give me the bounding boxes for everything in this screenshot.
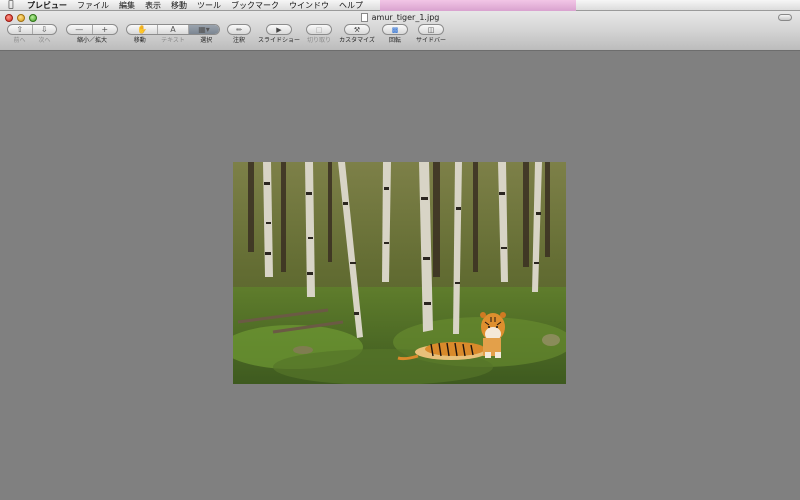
slideshow-button[interactable]: ▶ [266,24,292,35]
menu-bar:  プレビュー ファイル 編集 表示 移動 ツール ブックマーク ウインドウ ヘ… [0,0,800,11]
customize-group: ⚒ カスタマイズ [338,24,376,44]
document-icon [360,13,368,22]
menu-help[interactable]: ヘルプ [334,0,368,11]
minus-icon: — [75,25,84,34]
arrow-down-icon: ⇩ [40,25,48,34]
play-icon: ▶ [276,25,282,34]
toolbar-toggle-button[interactable] [778,14,792,21]
tools-segment: ✋ A ▦▾ [126,24,220,35]
tiger-photo [233,162,566,384]
prev-label: 前へ [13,37,26,44]
slideshow-label: スライドショー [258,37,301,44]
crop-icon: □ [315,25,323,34]
text-cursor-icon: A [170,25,176,34]
apple-logo-icon[interactable]:  [0,0,22,10]
zoom-segment: — + [66,24,118,35]
prev-button[interactable]: ⇧ [8,25,33,34]
document-image[interactable] [233,162,566,384]
slideshow-group: ▶ スライドショー [258,24,300,44]
menu-edit[interactable]: 編集 [114,0,140,11]
text-label: テキスト [161,37,185,44]
menu-view[interactable]: 表示 [140,0,166,11]
zoom-group: — + 縮小／拡大 [66,24,118,44]
sidebar-label: サイドバー [415,37,446,44]
menubar-highlight [380,0,576,11]
crop-group: □ 切り取り [305,24,333,44]
hammer-icon: ⚒ [353,25,361,34]
menu-bookmarks[interactable]: ブックマーク [226,0,284,11]
menu-preview[interactable]: プレビュー [22,0,72,11]
select-label: 選択 [200,37,213,44]
menu-go[interactable]: 移動 [166,0,192,11]
menu-window[interactable]: ウインドウ [284,0,334,11]
next-label: 次へ [38,37,51,44]
zoom-label: 縮小／拡大 [76,37,107,44]
menu-tools[interactable]: ツール [192,0,226,11]
toolbar: ⇧ ⇩ 前へ 次へ — + 縮小／拡大 ✋ A ▦▾ 移動 テキスト 選択 ✏ … [0,24,800,50]
rotate-label: 回転 [388,37,401,44]
crop-label: 切り取り [306,37,331,44]
pen-icon: ✏ [236,25,242,34]
annotate-label: 注釈 [232,37,245,44]
sidebar-group: ◫ サイドバー [414,24,448,44]
window-title: amur_tiger_1.jpg [0,13,800,23]
select-tool-button[interactable]: ▦▾ [189,25,219,34]
annotate-group: ✏ 注釈 [227,24,251,44]
nav-group: ⇧ ⇩ 前へ 次へ [7,24,57,44]
zoom-out-button[interactable]: — [67,25,93,34]
title-bar: amur_tiger_1.jpg ⇧ ⇩ 前へ 次へ — + 縮小／拡大 ✋ A… [0,11,800,51]
crop-button[interactable]: □ [306,24,332,35]
next-button[interactable]: ⇩ [33,25,57,34]
hand-icon: ✋ [137,25,147,34]
menu-file[interactable]: ファイル [72,0,114,11]
customize-button[interactable]: ⚒ [344,24,370,35]
rotate-group: ▩ 回転 [382,24,408,44]
zoom-in-button[interactable]: + [93,25,118,34]
sidebar-icon: ◫ [427,25,435,34]
move-tool-button[interactable]: ✋ [127,25,158,34]
customize-label: カスタマイズ [339,37,375,44]
rotate-icon: ▩ [391,25,399,34]
annotate-button[interactable]: ✏ [227,24,251,35]
rotate-button[interactable]: ▩ [382,24,408,35]
move-label: 移動 [133,37,146,44]
tools-group: ✋ A ▦▾ 移動 テキスト 選択 [126,24,220,44]
window-title-text: amur_tiger_1.jpg [371,13,440,22]
marquee-select-icon: ▦▾ [198,25,210,34]
text-tool-button[interactable]: A [158,25,189,34]
arrow-up-icon: ⇧ [16,25,24,34]
plus-icon: + [101,25,109,34]
sidebar-button[interactable]: ◫ [418,24,444,35]
nav-segment: ⇧ ⇩ [7,24,57,35]
